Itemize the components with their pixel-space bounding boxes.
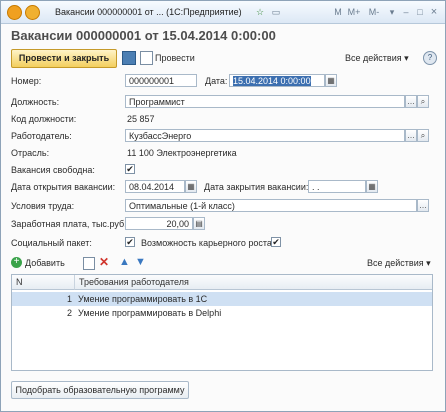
position-label: Должность: [11, 97, 60, 107]
table-row[interactable]: 2 Умение программировать в Delphi [12, 306, 432, 320]
link-icon[interactable]: ▭ [269, 5, 283, 19]
social-package-label: Социальный пакет: [11, 238, 92, 248]
document-window: Вакансии 000000001 от ... (1С:Предприяти… [0, 0, 446, 412]
salary-field[interactable]: 20,00 [125, 217, 193, 230]
title-bar: Вакансии 000000001 от ... (1С:Предприяти… [1, 1, 445, 24]
add-icon[interactable]: + [11, 257, 22, 268]
row-number: 1 [66, 294, 72, 304]
date-label: Дата: [205, 76, 228, 86]
requirements-table: N Требования работодателя 1 Умение прогр… [11, 274, 433, 371]
conditions-select-icon[interactable]: … [417, 199, 429, 212]
number-label: Номер: [11, 76, 42, 86]
add-button[interactable]: Добавить [25, 258, 65, 268]
delete-icon[interactable]: ✕ [99, 255, 109, 269]
employer-select-icon[interactable]: … [405, 129, 417, 142]
date-value: 15.04.2014 0:00:00 [233, 76, 311, 86]
page-title: Вакансии 000000001 от 15.04.2014 0:00:00 [11, 28, 276, 43]
row-requirement: Умение программировать в Delphi [78, 308, 222, 318]
maximize-button[interactable]: □ [413, 5, 427, 19]
select-education-program-button[interactable]: Подобрать образовательную программу [11, 381, 189, 399]
row-requirement: Умение программировать в 1С [78, 294, 208, 304]
move-down-icon[interactable]: ▼ [135, 256, 146, 268]
row-number: 2 [66, 308, 72, 318]
industry-label: Отрасль: [11, 148, 50, 158]
conditions-label: Условия труда: [11, 201, 75, 211]
vacancy-free-label: Вакансия свободна: [11, 165, 95, 175]
career-growth-label: Возможность карьерного роста: [141, 238, 275, 248]
menu-dropdown-icon[interactable]: ▾ [385, 5, 399, 19]
save-icon[interactable] [122, 51, 136, 65]
vacancy-free-checkbox[interactable]: ✔ [125, 164, 135, 174]
memory-plus-button[interactable]: M+ [345, 5, 363, 19]
close-button[interactable]: × [427, 5, 441, 19]
help-icon[interactable]: ? [423, 51, 437, 65]
position-select-icon[interactable]: … [405, 95, 417, 108]
requirements-toolbar: + Добавить ✕ ▲ ▼ Все действия ▾ [11, 255, 433, 271]
employer-label: Работодатель: [11, 131, 72, 141]
open-date-calendar-icon[interactable]: ▦ [185, 180, 197, 193]
close-date-label: Дата закрытия вакансии: [204, 182, 309, 192]
close-date-field[interactable]: . . [308, 180, 366, 193]
post-icon[interactable] [140, 51, 153, 65]
favorite-icon[interactable]: ☆ [253, 5, 267, 19]
position-field[interactable]: Программист [125, 95, 405, 108]
close-date-calendar-icon[interactable]: ▦ [366, 180, 378, 193]
open-date-label: Дата открытия вакансии: [11, 182, 116, 192]
back-icon[interactable] [25, 5, 40, 20]
position-open-icon[interactable]: ⌕ [417, 95, 429, 108]
app-logo-icon[interactable] [7, 5, 22, 20]
employer-open-icon[interactable]: ⌕ [417, 129, 429, 142]
table-row[interactable]: 1 Умение программировать в 1С [12, 292, 432, 306]
industry-value: 11 100 Электроэнергетика [127, 148, 237, 158]
move-up-icon[interactable]: ▲ [119, 256, 130, 268]
copy-icon[interactable] [83, 257, 95, 270]
column-header-n[interactable]: N [12, 275, 75, 290]
minimize-button[interactable]: – [399, 5, 413, 19]
career-growth-checkbox[interactable]: ✔ [271, 237, 281, 247]
memory-button[interactable]: M [331, 5, 345, 19]
social-package-checkbox[interactable]: ✔ [125, 237, 135, 247]
post-button[interactable]: Провести [155, 53, 195, 63]
calculator-icon[interactable]: ▤ [193, 217, 205, 230]
memory-minus-button[interactable]: M- [365, 5, 383, 19]
post-and-close-button[interactable]: Провести и закрыть [11, 49, 117, 68]
calendar-icon[interactable]: ▦ [325, 74, 337, 87]
all-actions-menu[interactable]: Все действия ▾ [345, 53, 409, 64]
date-field[interactable]: 15.04.2014 0:00:00 [229, 74, 325, 87]
salary-value: 20,00 [166, 219, 189, 229]
employer-field[interactable]: КузбассЭнерго [125, 129, 405, 142]
number-field[interactable]: 000000001 [125, 74, 197, 87]
window-title: Вакансии 000000001 от ... (1С:Предприяти… [55, 7, 242, 17]
column-header-requirement[interactable]: Требования работодателя [75, 275, 432, 290]
position-code-value: 25 857 [127, 114, 155, 124]
salary-label: Заработная плата, тыс.руб.: [11, 219, 130, 229]
open-date-field[interactable]: 08.04.2014 [125, 180, 185, 193]
position-code-label: Код должности: [11, 114, 77, 124]
conditions-field[interactable]: Оптимальные (1-й класс) [125, 199, 417, 212]
requirements-all-actions-menu[interactable]: Все действия ▾ [367, 258, 431, 269]
